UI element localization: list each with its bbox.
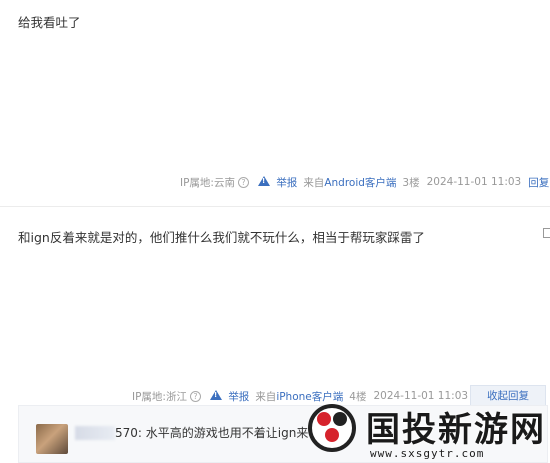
ip-location: IP属地:浙江 bbox=[132, 390, 187, 403]
client-source: 来自Android客户端 bbox=[303, 175, 396, 190]
post-meta: IP属地:云南 ? 举报 来自Android客户端 3楼 2024-11-01 … bbox=[180, 174, 549, 190]
reply-button[interactable]: 回复 bbox=[528, 175, 549, 190]
from-prefix: 来自 bbox=[255, 390, 277, 403]
avatar[interactable] bbox=[36, 424, 68, 454]
report-button[interactable]: 举报 bbox=[209, 389, 250, 404]
post-floor-3: 给我看吐了 IP属地:云南 ? 举报 来自Android客户端 3楼 2024-… bbox=[0, 0, 550, 206]
post-timestamp: 2024-11-01 11:03 bbox=[426, 176, 522, 188]
sub-reply-username-blurred[interactable] bbox=[75, 426, 115, 440]
site-watermark: 国投新游网 www.sxsgytr.com bbox=[300, 392, 550, 463]
watermark-title: 国投新游网 bbox=[366, 410, 546, 450]
sub-reply-text: 570: 水平高的游戏也用不着让ign来 bbox=[115, 426, 309, 440]
watermark-url: www.sxsgytr.com bbox=[370, 447, 485, 460]
warning-triangle-icon bbox=[209, 389, 222, 400]
ip-location: IP属地:云南 bbox=[180, 176, 235, 189]
client-device-link[interactable]: Android客户端 bbox=[324, 175, 396, 190]
report-label: 举报 bbox=[228, 390, 250, 403]
report-button[interactable]: 举报 bbox=[257, 175, 298, 190]
floor-number: 3楼 bbox=[402, 176, 420, 189]
report-label: 举报 bbox=[276, 176, 298, 189]
from-prefix: 来自 bbox=[303, 176, 325, 189]
warning-triangle-icon bbox=[257, 175, 270, 186]
post-content: 给我看吐了 bbox=[18, 15, 81, 30]
question-circle-icon[interactable]: ? bbox=[189, 390, 201, 402]
post-content: 和ign反着来就是对的，他们推什么我们就不玩什么，相当于帮玩家踩雷了 bbox=[18, 230, 425, 245]
question-circle-icon[interactable]: ? bbox=[237, 176, 249, 188]
post-divider bbox=[0, 206, 550, 207]
watermark-logo-icon bbox=[308, 404, 356, 452]
bracket-icon bbox=[543, 228, 550, 238]
